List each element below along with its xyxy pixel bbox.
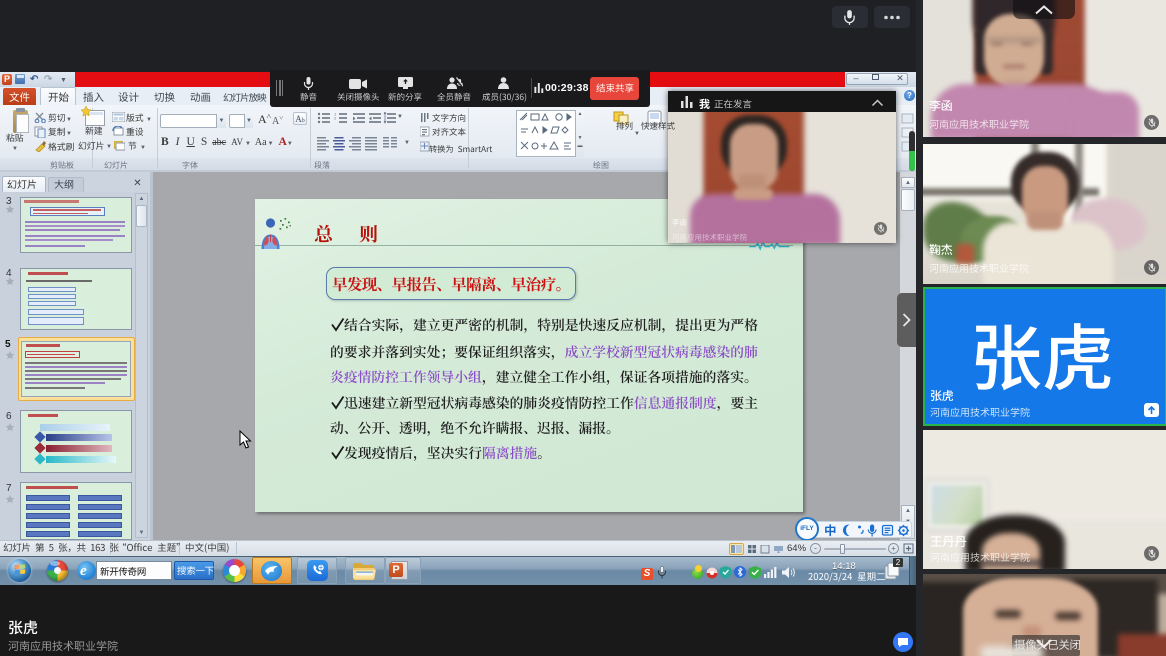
svg-text:2: 2: [334, 116, 337, 121]
